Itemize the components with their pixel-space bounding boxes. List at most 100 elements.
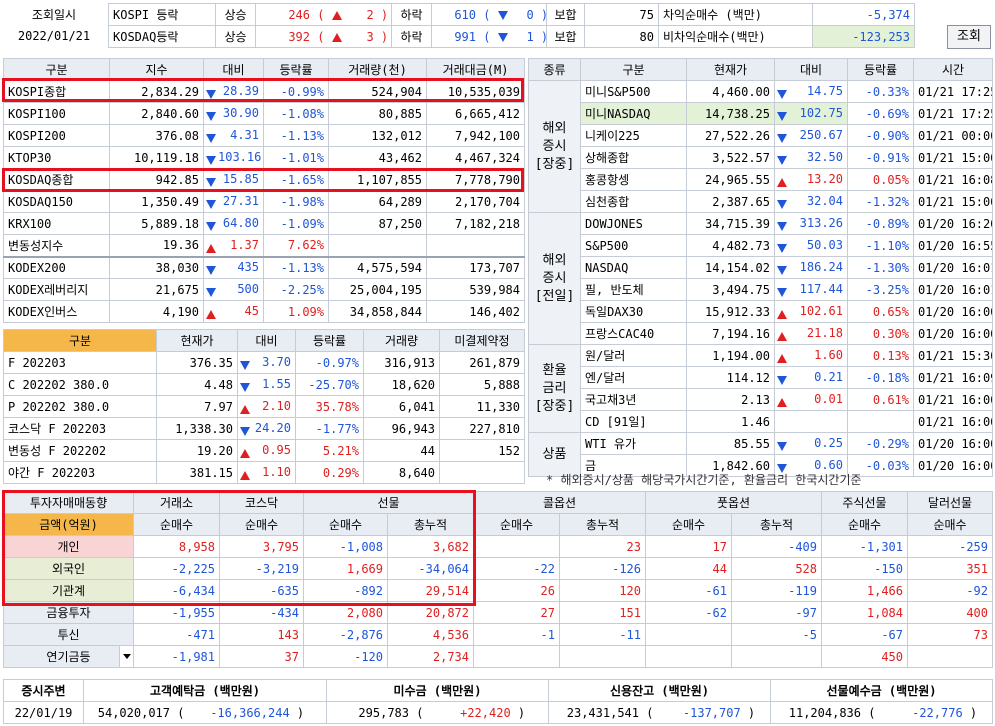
overseas-row[interactable]: 미니NASDAQ 14,738.25 102.75 -0.69% 01/21 17:25 <box>529 102 993 125</box>
index-rate: 1.09% <box>263 300 329 323</box>
overseas-change: 0.25 <box>774 432 848 455</box>
investor-value: -2,876 <box>303 623 388 646</box>
investor-row[interactable]: 개인 8,958 3,795 -1,008 3,682 23 17 -409 -1,301 -25… <box>3 535 993 558</box>
overseas-rate: -0.69% <box>847 102 914 125</box>
index-change: 435 <box>203 256 264 279</box>
index-row[interactable]: KODEX200 38,030 435 -1.13% 4,575,594 173,707 <box>3 256 525 279</box>
index-row[interactable]: KTOP30 10,119.18 103.16 -1.01% 43,462 4,467,3… <box>3 146 525 169</box>
index-rate: -1.98% <box>263 190 329 213</box>
flat-label: 보합 <box>546 3 585 26</box>
overseas-time: 01/21 15:00 <box>913 190 993 213</box>
down-arrow-icon <box>206 222 216 231</box>
investor-value: 450 <box>821 645 908 668</box>
overseas-row[interactable]: 상해종합 3,522.57 32.50 -0.91% 01/21 15:00 <box>529 146 993 169</box>
futures-open-interest: 5,888 <box>439 373 525 396</box>
investor-value <box>907 645 993 668</box>
futures-row[interactable]: F 202203 376.35 3.70 -0.97% 316,913 261,879 <box>3 351 525 374</box>
overseas-row[interactable]: CD [91일] 1.46 01/21 16:00 <box>529 410 993 433</box>
indices-header-cell: 지수 <box>109 58 204 81</box>
index-rate: -0.99% <box>263 80 329 103</box>
futures-price: 1,338.30 <box>156 417 238 440</box>
arbitrage-label: 차익순매수 (백만) <box>658 3 813 26</box>
overseas-row[interactable]: 니케이225 27,522.26 250.67 -0.90% 01/21 00:00 <box>529 124 993 147</box>
index-row[interactable]: KODEX레버리지 21,675 500 -2.25% 25,004,195 539,98… <box>3 278 525 301</box>
query-date-value[interactable]: 2022/01/21 <box>8 29 100 43</box>
overseas-change: 1.60 <box>774 344 848 367</box>
index-name: KOSPI200 <box>3 124 110 147</box>
investor-value: 8,958 <box>133 535 220 558</box>
down-arrow-icon <box>777 90 787 99</box>
overseas-row[interactable]: 엔/달러 114.12 0.21 -0.18% 01/21 16:09 <box>529 366 993 389</box>
search-button[interactable]: 조회 <box>947 25 991 49</box>
index-row[interactable]: 변동성지수 19.36 1.37 7.62% <box>3 234 525 257</box>
overseas-row[interactable]: 홍콩항셍 24,965.55 13.20 0.05% 01/21 16:08 <box>529 168 993 191</box>
futures-change: 1.55 <box>237 373 296 396</box>
futures-header-cell: 구분 <box>3 329 157 352</box>
investor-value: 17 <box>645 535 732 558</box>
futures-rate: 0.29% <box>295 461 364 484</box>
investor-row[interactable]: 기관계 -6,434 -635 -892 29,514 26 120 -61 -119 1,466… <box>3 579 993 602</box>
top-panel: 조회일시 2022/01/21 KOSPI 등락 상승 246 ( 2 ) 하락… <box>0 0 995 50</box>
dropdown-arrow-icon[interactable] <box>119 646 133 667</box>
overseas-header-cell: 종류 <box>528 58 581 81</box>
futures-row[interactable]: C 202202 380.0 4.48 1.55 -25.70% 18,620 5,888 <box>3 373 525 396</box>
investor-value: 4,536 <box>387 623 474 646</box>
investor-value: 2,734 <box>387 645 474 668</box>
index-row[interactable]: KOSPI종합 2,834.29 28.39 -0.99% 524,904 10,535,… <box>3 80 525 103</box>
futures-row[interactable]: 야간 F 202203 381.15 1.10 0.29% 8,640 <box>3 461 525 484</box>
overseas-price: 34,715.39 <box>686 212 775 235</box>
investor-row[interactable]: 투신 -471 143 -2,876 4,536 -1 -11 -5 -67 73 <box>3 623 993 646</box>
futures-row[interactable]: P 202202 380.0 7.97 2.10 35.78% 6,041 11,330 <box>3 395 525 418</box>
investor-value: -150 <box>821 557 908 580</box>
investor-row[interactable]: 금융투자 -1,955 -434 2,080 20,872 27 151 -62 -97 1,08… <box>3 601 993 624</box>
investor-value: 143 <box>219 623 304 646</box>
futures-open-interest: 152 <box>439 439 525 462</box>
index-row[interactable]: KODEX인버스 4,190 45 1.09% 34,858,844 146,402 <box>3 300 525 323</box>
investor-row[interactable]: 연기금등 -1,981 37 -120 2,734 450 <box>3 645 993 668</box>
overseas-price: 15,912.33 <box>686 300 775 323</box>
down-arrow-icon <box>240 383 250 392</box>
investor-row[interactable]: 외국인 -2,225 -3,219 1,669 -34,064 -22 -126 44 528-… <box>3 557 993 580</box>
overseas-row[interactable]: 독일DAX30 15,912.33 102.61 0.65% 01/20 16:00 <box>529 300 993 323</box>
overseas-row[interactable]: 상품 WTI 유가 85.55 0.25 -0.29% 01/20 16:00 <box>528 432 993 477</box>
overseas-header-cell: 현재가 <box>686 58 775 81</box>
overseas-rate: 0.30% <box>847 322 914 345</box>
overseas-header-row: 종류 구분 현재가 대비 등락률 시간 <box>528 58 993 81</box>
overseas-price: 3,494.75 <box>686 278 775 301</box>
investor-subheader-cell: 순매수 <box>821 513 908 536</box>
futures-open-interest <box>439 461 525 484</box>
overseas-row[interactable]: 해외 증시 [장중] 미니S&P500 4,460.00 14.75 -0.33% 01/… <box>528 80 993 213</box>
index-change: 500 <box>203 278 264 301</box>
index-value: 2,840.60 <box>109 102 204 125</box>
down-arrow-icon <box>206 156 216 165</box>
overseas-row[interactable]: NASDAQ 14,154.02 186.24 -1.30% 01/20 16:01 <box>529 256 993 279</box>
futures-row[interactable]: 변동성 F 202202 19.20 0.95 5.21% 44 152 <box>3 439 525 462</box>
investor-value: -259 <box>907 535 993 558</box>
down-arrow-icon <box>777 266 787 275</box>
overseas-row[interactable]: 국고채3년 2.13 0.01 0.61% 01/21 16:00 <box>529 388 993 411</box>
overseas-time: 01/21 15:00 <box>913 146 993 169</box>
index-change: 28.39 <box>203 80 264 103</box>
deposits-table: 증시주변 고객예탁금 (백만원) 미수금 (백만원) 신용잔고 (백만원) 선물… <box>3 679 993 724</box>
index-amount: 10,535,039 <box>426 80 525 103</box>
index-row[interactable]: KOSPI100 2,840.60 30.90 -1.08% 80,885 6,665,4… <box>3 102 525 125</box>
index-row[interactable]: KRX100 5,889.18 64.80 -1.09% 87,250 7,182,218 <box>3 212 525 235</box>
up-arrow-icon <box>206 243 216 253</box>
overseas-row[interactable]: 해외 증시 [전일] DOWJONES 34,715.39 313.26 -0.89% 0… <box>528 212 993 345</box>
index-amount: 7,778,790 <box>426 168 525 191</box>
overseas-row[interactable]: S&P500 4,482.73 50.03 -1.10% 01/20 16:55 <box>529 234 993 257</box>
investor-value: -1,008 <box>303 535 388 558</box>
futures-row[interactable]: 코스닥 F 202203 1,338.30 24.20 -1.77% 96,943 227… <box>3 417 525 440</box>
overseas-price: 2.13 <box>686 388 775 411</box>
index-row[interactable]: KOSDAQ종합 942.85 15.85 -1.65% 1,107,855 7,778,… <box>3 168 525 191</box>
index-volume: 34,858,844 <box>328 300 427 323</box>
overseas-row[interactable]: 필, 반도체 3,494.75 117.44 -3.25% 01/20 16:01 <box>529 278 993 301</box>
overseas-row[interactable]: 환율 금리 [장중] 원/달러 1,194.00 1.60 0.13% 01/21 15:… <box>528 344 993 433</box>
index-row[interactable]: KOSDAQ150 1,350.49 27.31 -1.98% 64,289 2,170,… <box>3 190 525 213</box>
overseas-row[interactable]: 프랑스CAC40 7,194.16 21.18 0.30% 01/20 16:00 <box>529 322 993 345</box>
deposits-header: 신용잔고 (백만원) <box>548 679 771 702</box>
overseas-row[interactable]: 심천종합 2,387.65 32.04 -1.32% 01/21 15:00 <box>529 190 993 213</box>
overseas-name: 원/달러 <box>580 344 687 367</box>
query-date-label: 조회일시 <box>31 8 77 22</box>
index-row[interactable]: KOSPI200 376.08 4.31 -1.13% 132,012 7,942,100 <box>3 124 525 147</box>
